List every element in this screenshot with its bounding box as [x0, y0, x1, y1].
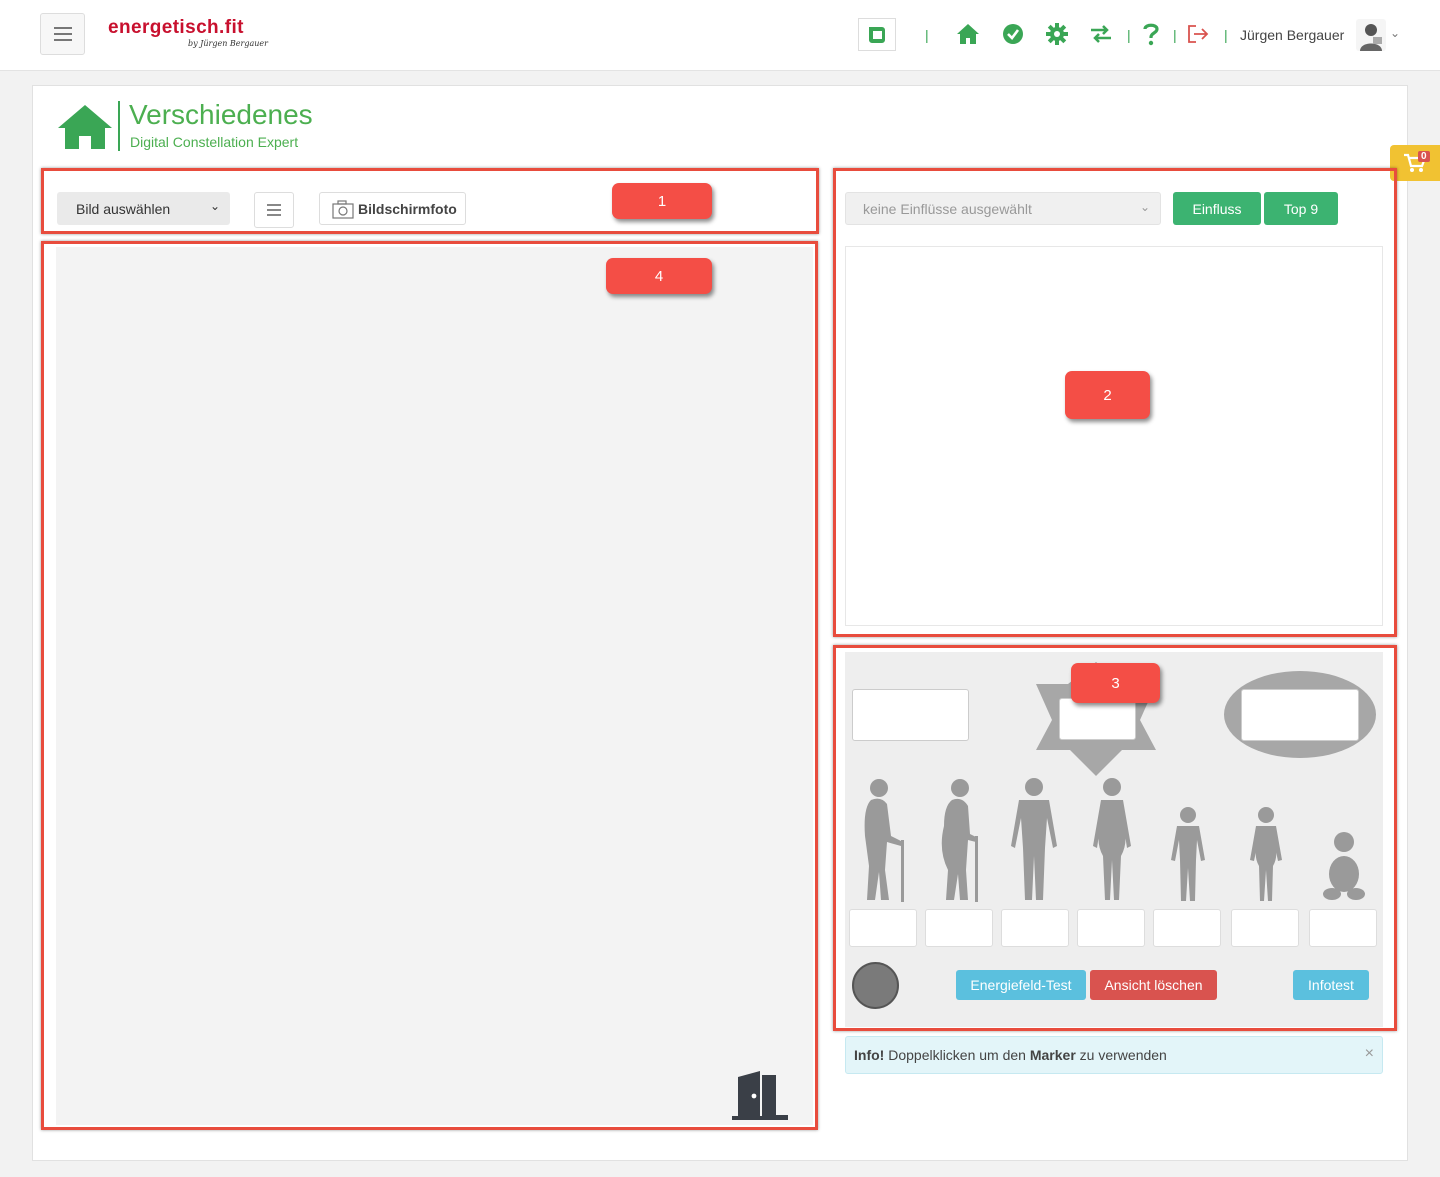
page-subtitle: Digital Constellation Expert	[130, 134, 299, 150]
nav-separator: |	[1127, 27, 1131, 43]
brand-tagline: by Jürgen Bergauer	[188, 39, 268, 48]
check-circle-icon[interactable]	[1001, 22, 1025, 46]
nav-separator: |	[1224, 27, 1228, 43]
help-icon[interactable]	[1139, 22, 1163, 46]
user-name[interactable]: Jürgen Bergauer	[1240, 27, 1344, 43]
swap-arrows-icon[interactable]	[1089, 22, 1113, 46]
chevron-down-icon[interactable]: ⌄	[1390, 26, 1400, 40]
gear-icon[interactable]	[1045, 22, 1069, 46]
highlight-label-4: 4	[606, 258, 712, 294]
alert-bold-word: Marker	[1029, 1047, 1076, 1063]
highlight-label-1: 1	[612, 183, 712, 219]
header-divider	[118, 101, 120, 151]
nav-separator: |	[925, 27, 929, 43]
app-switch-icon[interactable]	[858, 18, 896, 51]
highlight-label-3: 3	[1071, 663, 1160, 703]
alert-prefix: Info!	[854, 1047, 885, 1063]
cart-button[interactable]: 0	[1390, 145, 1440, 181]
highlight-label-2: 2	[1065, 371, 1150, 419]
brand-logo[interactable]: energetisch.fit	[108, 17, 244, 39]
close-icon[interactable]: ×	[1365, 1045, 1374, 1063]
cart-count-badge: 0	[1418, 151, 1430, 162]
highlight-box-4	[41, 241, 818, 1130]
info-alert: Info! Doppelklicken um den Marker zu ver…	[845, 1036, 1383, 1074]
home-icon[interactable]	[956, 22, 980, 46]
logout-icon[interactable]	[1186, 22, 1210, 46]
home-header-icon	[56, 103, 114, 149]
page-title: Verschiedenes	[129, 99, 313, 130]
alert-text-before: Doppelklicken um den	[888, 1047, 1026, 1063]
alert-text-after: zu verwenden	[1079, 1047, 1167, 1063]
avatar[interactable]	[1356, 19, 1386, 51]
top-navbar: energetisch.fit by Jürgen Bergauer | | |…	[0, 0, 1440, 71]
nav-separator: |	[1173, 27, 1177, 43]
menu-toggle-button[interactable]	[40, 13, 85, 55]
